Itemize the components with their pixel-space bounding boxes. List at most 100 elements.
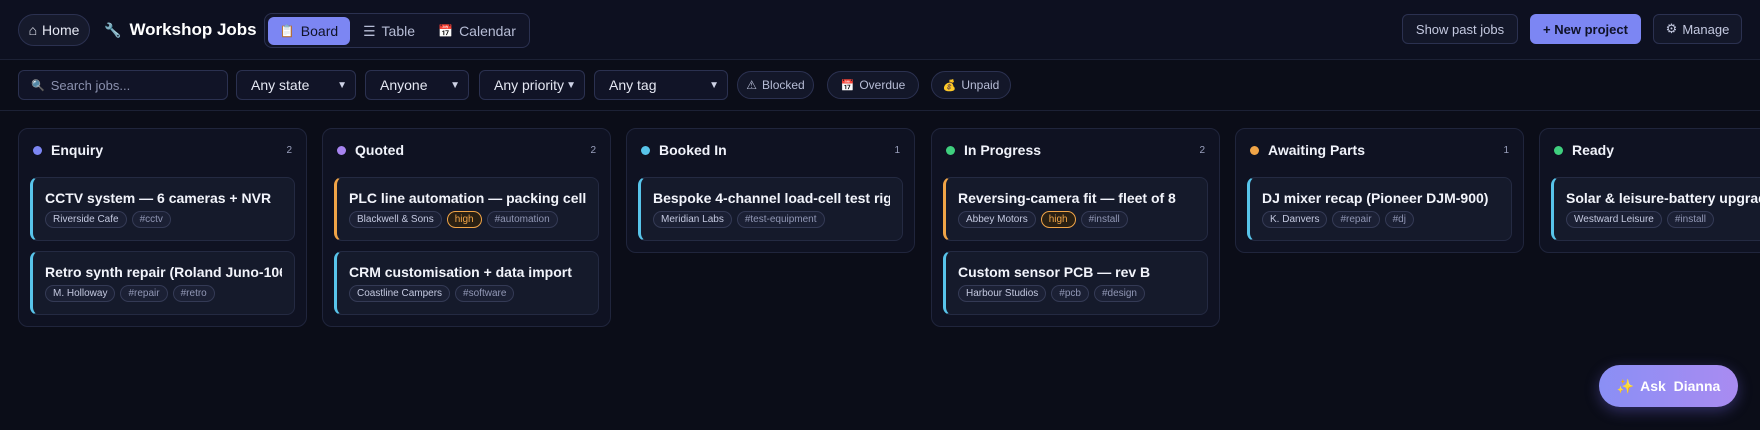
priority-badge: high (446, 211, 482, 228)
column-title: Ready (1572, 142, 1615, 158)
blocked-filter-chip[interactable]: ⚠ Blocked (737, 71, 814, 99)
hashtag-tag[interactable]: #install (1666, 211, 1714, 228)
hashtag-tag[interactable]: #cctv (131, 211, 171, 228)
search-box[interactable]: 🔍 (18, 70, 228, 100)
client-tag: Blackwell & Sons (349, 211, 442, 228)
priority-select-value: Any priority (494, 77, 565, 93)
column-count: 2 (286, 144, 292, 156)
card-list: CCTV system — 6 cameras + NVR Riverside C… (19, 171, 306, 326)
job-card[interactable]: Solar & leisure-battery upgrade Westward … (1551, 177, 1760, 241)
job-tags: Meridian Labs #test-equipment (653, 211, 890, 228)
job-card[interactable]: DJ mixer recap (Pioneer DJM-900) K. Danve… (1247, 177, 1512, 241)
board-column: Enquiry 2 CCTV system — 6 cameras + NVR Riv… (18, 128, 307, 327)
column-title: In Progress (964, 142, 1042, 158)
job-title: Solar & leisure-battery upgrade (1566, 190, 1760, 206)
client-tag: Riverside Cafe (45, 211, 127, 228)
hashtag-tag[interactable]: #dj (1384, 211, 1414, 228)
status-dot (1554, 145, 1563, 155)
card-list: Reversing-camera fit — fleet of 8 Abbey M… (932, 171, 1219, 326)
money-bag-icon: 💰 (942, 79, 957, 92)
search-input[interactable] (50, 77, 221, 93)
job-card[interactable]: Reversing-camera fit — fleet of 8 Abbey M… (943, 177, 1208, 241)
chip-label: Overdue (859, 78, 906, 92)
clipboard-icon: 📋 (279, 24, 295, 38)
job-title: Bespoke 4-channel load-cell test rig (653, 190, 890, 206)
column-count: 2 (590, 144, 596, 156)
ask-assistant-button[interactable]: ✨ Ask Dianna (1599, 365, 1738, 407)
view-tab-calendar[interactable]: 📅 Calendar (429, 17, 525, 45)
view-tab-label: Calendar (459, 23, 516, 39)
client-tag: Abbey Motors (958, 211, 1036, 228)
job-title: CCTV system — 6 cameras + NVR (45, 190, 272, 206)
assignee-select-value: Anyone (380, 77, 428, 93)
job-tags: M. Holloway #repair #retro (45, 285, 282, 302)
state-select-value: Any state (251, 77, 310, 93)
status-dot (946, 145, 955, 155)
home-button[interactable]: ⌂ Home (18, 14, 90, 46)
search-icon: 🔍 (31, 79, 45, 92)
column-header: Quoted 2 (323, 129, 610, 171)
unpaid-filter-chip[interactable]: 💰 Unpaid (931, 71, 1011, 99)
view-tab-table[interactable]: ☰ Table (354, 17, 424, 45)
gear-icon: ⚙ (1665, 21, 1678, 36)
job-title: PLC line automation — packing cell (349, 190, 586, 206)
client-tag: K. Danvers (1262, 211, 1328, 228)
job-tags: K. Danvers #repair #dj (1262, 211, 1499, 228)
hashtag-tag[interactable]: #repair (1332, 211, 1380, 228)
job-card[interactable]: Bespoke 4-channel load-cell test rig Meri… (638, 177, 903, 241)
new-project-label: + New project (1543, 21, 1628, 37)
hashtag-tag[interactable]: #retro (172, 285, 215, 302)
view-tab-board[interactable]: 📋 Board (268, 17, 350, 45)
status-dot (33, 145, 42, 155)
column-count: 2 (1199, 144, 1205, 156)
hashtag-tag[interactable]: #automation (486, 211, 558, 228)
column-header: Booked In 1 (627, 129, 914, 171)
job-card[interactable]: Custom sensor PCB — rev B Harbour Studios… (943, 251, 1208, 315)
hashtag-tag[interactable]: #test-equipment (736, 211, 825, 228)
home-icon: ⌂ (28, 22, 38, 38)
new-project-button[interactable]: + New project (1530, 14, 1641, 44)
hashtag-tag[interactable]: #repair (120, 285, 168, 302)
job-card[interactable]: CCTV system — 6 cameras + NVR Riverside C… (30, 177, 295, 241)
hashtag-tag[interactable]: #pcb (1051, 285, 1089, 302)
board-column: In Progress 2 Reversing-camera fit — fleet… (931, 128, 1220, 327)
job-tags: Blackwell & Sons high #automation (349, 211, 586, 228)
job-card[interactable]: Retro synth repair (Roland Juno-106) M. H… (30, 251, 295, 315)
card-list: Solar & leisure-battery upgrade Westward … (1540, 171, 1760, 252)
manage-button[interactable]: ⚙ Manage (1653, 14, 1742, 44)
job-card[interactable]: CRM customisation + data import Coastline… (334, 251, 599, 315)
ask-assistant-label: Ask Dianna (1640, 378, 1721, 394)
column-title: Booked In (659, 142, 727, 158)
chevron-down-icon: ▼ (450, 79, 460, 91)
board-column: Awaiting Parts 1 DJ mixer recap (Pioneer D… (1235, 128, 1524, 253)
job-title: Retro synth repair (Roland Juno-106) (45, 264, 282, 280)
client-tag: Meridian Labs (653, 211, 732, 228)
overdue-filter-chip[interactable]: 📅 Overdue (827, 71, 919, 99)
job-title: CRM customisation + data import (349, 264, 572, 280)
tag-select[interactable]: Any tag ▼ (594, 70, 728, 100)
client-tag: M. Holloway (45, 285, 116, 302)
home-label: Home (42, 22, 80, 38)
column-title: Quoted (355, 142, 404, 158)
show-past-jobs-button[interactable]: Show past jobs (1402, 14, 1518, 44)
client-tag: Westward Leisure (1566, 211, 1662, 228)
hashtag-tag[interactable]: #design (1093, 285, 1145, 302)
board-column: Booked In 1 Bespoke 4-channel load-cell te… (626, 128, 915, 253)
job-tags: Riverside Cafe #cctv (45, 211, 282, 228)
tag-select-value: Any tag (609, 77, 657, 93)
view-tab-label: Table (381, 23, 416, 39)
manage-label: Manage (1682, 21, 1730, 37)
column-title: Enquiry (51, 142, 104, 158)
assignee-select[interactable]: Anyone ▼ (365, 70, 469, 100)
job-card[interactable]: PLC line automation — packing cell Blackw… (334, 177, 599, 241)
hashtag-tag[interactable]: #install (1080, 211, 1128, 228)
priority-badge: high (1040, 211, 1076, 228)
chevron-down-icon: ▼ (566, 79, 576, 91)
hashtag-tag[interactable]: #software (455, 285, 515, 302)
status-dot (1250, 145, 1259, 155)
priority-select[interactable]: Any priority ▼ (479, 70, 585, 100)
view-switcher: 📋 Board ☰ Table 📅 Calendar (264, 13, 530, 48)
job-tags: Westward Leisure #install (1566, 211, 1760, 228)
state-select[interactable]: Any state ▼ (236, 70, 356, 100)
status-dot (337, 145, 346, 155)
